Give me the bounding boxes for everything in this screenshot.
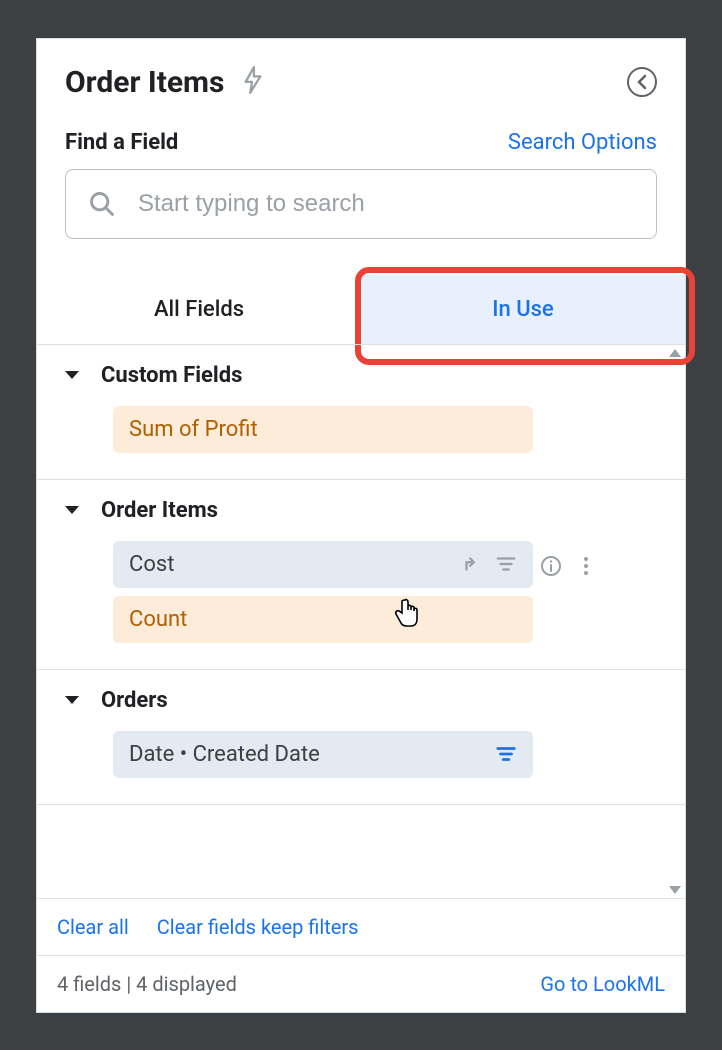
bottom-links: Clear all Clear fields keep filters (37, 898, 685, 955)
panel-header: Order Items (37, 39, 685, 100)
tab-all-fields[interactable]: All Fields (37, 275, 361, 344)
explore-title: Order Items (65, 65, 224, 100)
chevron-left-icon (636, 74, 648, 90)
group-header[interactable]: Order Items (65, 498, 657, 523)
find-field-label: Find a Field (65, 130, 178, 155)
scroll-down-icon[interactable] (669, 886, 681, 894)
caret-down-icon (65, 696, 79, 704)
footer: 4 fields | 4 displayed Go to LookML (37, 955, 685, 1012)
field-row-cost: Cost (113, 541, 657, 592)
field-hover-actions (461, 553, 517, 575)
kebab-menu-icon[interactable] (577, 554, 595, 578)
search-section: Find a Field Search Options (37, 100, 685, 239)
tabs: All Fields In Use (37, 275, 685, 344)
group-custom-fields: Custom Fields Sum of Profit (37, 345, 685, 480)
groups-container: Custom Fields Sum of Profit Order Items … (37, 344, 685, 898)
field-count[interactable]: Count (113, 596, 533, 643)
clear-keep-filters-link[interactable]: Clear fields keep filters (157, 915, 359, 939)
go-to-lookml-link[interactable]: Go to LookML (540, 972, 665, 996)
search-options-link[interactable]: Search Options (508, 130, 657, 155)
group-header[interactable]: Orders (65, 688, 657, 713)
lightning-icon[interactable] (242, 65, 264, 99)
search-box[interactable] (65, 169, 657, 239)
filter-icon[interactable] (495, 553, 517, 575)
field-label: Date • Created Date (129, 742, 320, 767)
field-sum-of-profit[interactable]: Sum of Profit (113, 406, 533, 453)
field-label: Sum of Profit (129, 417, 258, 442)
field-picker-panel: Order Items Find a Field Search Options (36, 38, 686, 1013)
search-labels: Find a Field Search Options (65, 130, 657, 155)
field-date-created-date[interactable]: Date • Created Date (113, 731, 533, 778)
group-order-items: Order Items Cost (37, 480, 685, 670)
groups-scroll[interactable]: Custom Fields Sum of Profit Order Items … (37, 345, 685, 898)
clear-all-link[interactable]: Clear all (57, 915, 129, 939)
info-icon[interactable] (539, 554, 563, 578)
caret-down-icon (65, 371, 79, 379)
field-label: Cost (129, 552, 174, 577)
filter-active-icon[interactable] (495, 743, 517, 765)
field-side-actions (539, 554, 595, 578)
caret-down-icon (65, 506, 79, 514)
collapse-panel-button[interactable] (627, 67, 657, 97)
title-group: Order Items (65, 65, 264, 100)
search-input[interactable] (138, 190, 634, 218)
group-title: Order Items (101, 498, 218, 523)
group-title: Orders (101, 688, 168, 713)
field-count-status: 4 fields | 4 displayed (57, 972, 237, 996)
pivot-icon[interactable] (461, 553, 483, 575)
field-cost[interactable]: Cost (113, 541, 533, 588)
search-icon (88, 190, 116, 218)
tab-in-use[interactable]: In Use (361, 275, 685, 344)
group-title: Custom Fields (101, 363, 242, 388)
group-orders: Orders Date • Created Date (37, 670, 685, 805)
field-label: Count (129, 607, 187, 632)
group-header[interactable]: Custom Fields (65, 363, 657, 388)
